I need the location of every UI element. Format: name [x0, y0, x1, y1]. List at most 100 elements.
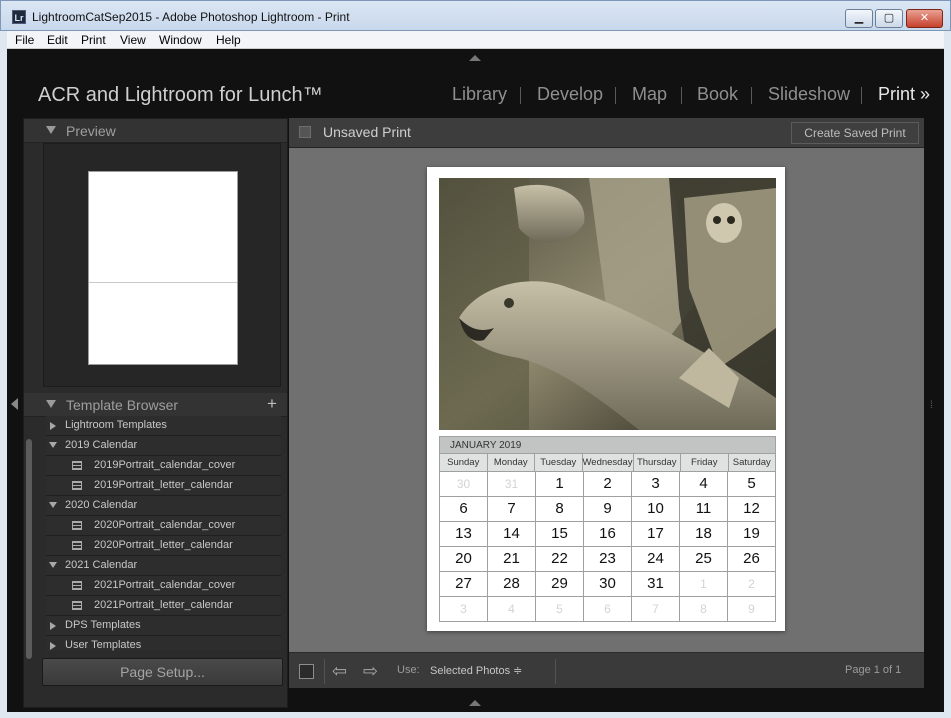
module-print-active[interactable]: Print »	[878, 84, 930, 105]
template-folder-row[interactable]: User Templates	[46, 636, 281, 651]
module-separator	[861, 87, 862, 104]
calendar-date: 16	[584, 522, 632, 547]
template-browser-title: Template Browser	[66, 397, 179, 413]
use-photos-dropdown[interactable]: Selected Photos ≑	[430, 664, 522, 677]
calendar-date: 31	[632, 572, 680, 597]
template-item-row[interactable]: 2021Portrait_calendar_cover	[46, 576, 281, 596]
double-chevron-right-icon: »	[920, 84, 931, 104]
template-item-row[interactable]: 2019Portrait_calendar_cover	[46, 456, 281, 476]
stop-icon[interactable]	[299, 664, 314, 679]
maximize-button[interactable]: ▢	[875, 9, 903, 28]
minimize-button[interactable]: ▁	[845, 9, 873, 28]
window-title: LightroomCatSep2015 - Adobe Photoshop Li…	[32, 10, 350, 24]
calendar-date: 23	[584, 547, 632, 572]
calendar-date: 11	[680, 497, 728, 522]
template-folder-row[interactable]: 2021 Calendar	[46, 556, 281, 576]
previous-page-icon[interactable]: ⇦	[332, 661, 347, 682]
module-library[interactable]: Library	[452, 84, 507, 105]
calendar-date: 28	[488, 572, 536, 597]
triangle-right-icon	[50, 422, 56, 430]
template-item-label: 2020Portrait_calendar_cover	[94, 519, 236, 531]
calendar-date: 2	[584, 472, 632, 497]
maximize-icon: ▢	[883, 12, 895, 24]
calendar-date: 24	[632, 547, 680, 572]
calendar-date-outside-month: 30	[440, 472, 488, 497]
module-book[interactable]: Book	[697, 84, 738, 105]
calendar-date-outside-month: 7	[632, 597, 680, 622]
calendar-grid: JANUARY 2019 Sunday Monday Tuesday Wedne…	[439, 436, 776, 622]
triangle-right-icon	[50, 622, 56, 630]
gargoyle-photo[interactable]	[439, 178, 776, 430]
calendar-date: 6	[440, 497, 488, 522]
template-icon	[72, 461, 82, 470]
template-browser-header[interactable]: Template Browser +	[24, 393, 287, 417]
module-separator	[615, 87, 616, 104]
template-item-row[interactable]: 2020Portrait_letter_calendar	[46, 536, 281, 556]
next-page-icon[interactable]: ⇨	[363, 661, 378, 682]
template-folder-row[interactable]: Lightroom Templates	[46, 416, 281, 436]
module-slideshow[interactable]: Slideshow	[768, 84, 850, 105]
left-panel-scrollbar[interactable]	[26, 439, 32, 659]
template-folder-label: 2019 Calendar	[65, 439, 138, 451]
template-folder-row[interactable]: DPS Templates	[46, 616, 281, 636]
triangle-down-icon	[46, 400, 56, 408]
menu-help[interactable]: Help	[216, 33, 241, 47]
calendar-date: 19	[728, 522, 776, 547]
window-titlebar[interactable]: Lr LightroomCatSep2015 - Adobe Photoshop…	[0, 0, 951, 31]
calendar-day-grid: Sunday Monday Tuesday Wednesday Thursday…	[439, 454, 776, 472]
lightroom-app-icon: Lr	[12, 10, 26, 24]
template-item-label: 2019Portrait_letter_calendar	[94, 479, 233, 491]
print-canvas: JANUARY 2019 Sunday Monday Tuesday Wedne…	[289, 148, 924, 652]
weekday-header: Wednesday	[582, 454, 634, 472]
page-setup-button[interactable]: Page Setup...	[42, 658, 283, 686]
template-list: Lightroom Templates 2019 Calendar 2019Po…	[46, 416, 281, 651]
menu-edit[interactable]: Edit	[47, 33, 68, 47]
module-map[interactable]: Map	[632, 84, 667, 105]
triangle-down-icon	[49, 562, 57, 568]
menu-file[interactable]: File	[15, 33, 34, 47]
module-separator	[751, 87, 752, 104]
calendar-date: 10	[632, 497, 680, 522]
template-folder-row[interactable]: 2020 Calendar	[46, 496, 281, 516]
add-template-icon[interactable]: +	[267, 394, 277, 414]
template-folder-row[interactable]: 2019 Calendar	[46, 436, 281, 456]
weekday-header: Saturday	[728, 454, 776, 472]
collapse-filmstrip-icon[interactable]	[469, 700, 481, 706]
template-item-row[interactable]: 2019Portrait_letter_calendar	[46, 476, 281, 496]
triangle-down-icon	[46, 126, 56, 134]
module-print-label: Print	[878, 84, 916, 104]
create-saved-print-button[interactable]: Create Saved Print	[791, 122, 919, 144]
calendar-date: 13	[440, 522, 488, 547]
calendar-date: 26	[728, 547, 776, 572]
template-folder-label: Lightroom Templates	[65, 419, 167, 431]
preview-panel-header[interactable]: Preview	[24, 119, 287, 143]
close-button[interactable]: ✕	[906, 9, 943, 28]
menu-print[interactable]: Print	[81, 33, 106, 47]
calendar-date: 12	[728, 497, 776, 522]
collapse-top-panel-icon[interactable]	[469, 55, 481, 61]
calendar-date-outside-month: 5	[536, 597, 584, 622]
weekday-header: Tuesday	[535, 454, 583, 472]
calendar-date: 8	[536, 497, 584, 522]
calendar-date: 3	[632, 472, 680, 497]
template-icon	[72, 521, 82, 530]
calendar-date: 18	[680, 522, 728, 547]
calendar-date: 9	[584, 497, 632, 522]
template-folder-label: DPS Templates	[65, 619, 141, 631]
module-develop[interactable]: Develop	[537, 84, 603, 105]
calendar-date: 21	[488, 547, 536, 572]
weekday-header: Monday	[487, 454, 535, 472]
menu-window[interactable]: Window	[159, 33, 202, 47]
collapse-right-panel-icon[interactable]: ⁞	[930, 400, 936, 412]
module-separator	[681, 87, 682, 104]
calendar-date: 5	[728, 472, 776, 497]
minimize-icon: ▁	[854, 12, 864, 24]
preview-panel-title: Preview	[66, 123, 116, 139]
menu-view[interactable]: View	[120, 33, 146, 47]
template-item-row[interactable]: 2021Portrait_letter_calendar	[46, 596, 281, 616]
collapse-left-panel-icon[interactable]	[11, 398, 18, 410]
print-toolbar: ⇦ ⇨ Use: Selected Photos ≑ Page 1 of 1	[289, 652, 924, 688]
calendar-date: 1	[536, 472, 584, 497]
calendar-date: 29	[536, 572, 584, 597]
template-item-row[interactable]: 2020Portrait_calendar_cover	[46, 516, 281, 536]
